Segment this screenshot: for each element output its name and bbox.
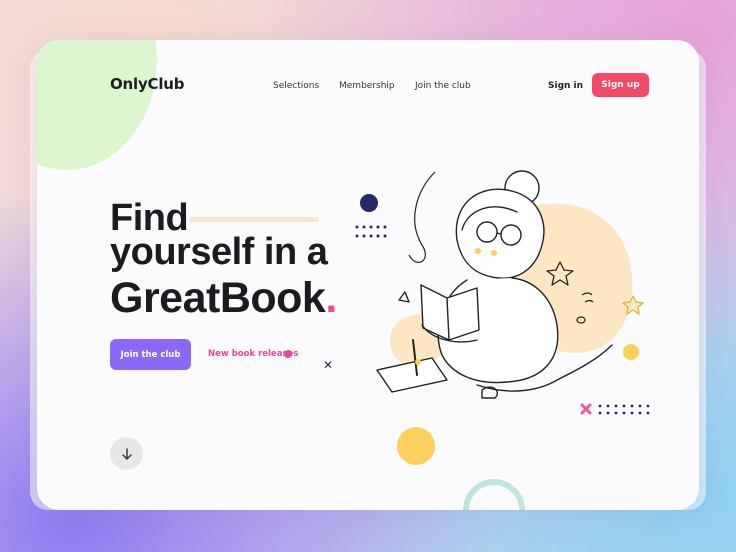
dot-grid-icon [598, 404, 650, 415]
yellow-circle-small [623, 344, 639, 360]
yellow-circle-large [397, 427, 435, 465]
reading-girl-illustration [355, 170, 650, 510]
cross-icon [580, 403, 592, 415]
landing-card: OnlyClub Selections Membership Join the … [37, 40, 699, 510]
dot-grid-icon [355, 225, 387, 238]
teal-ring [463, 479, 525, 510]
string-swirl [408, 171, 436, 263]
navy-dot [360, 194, 378, 212]
